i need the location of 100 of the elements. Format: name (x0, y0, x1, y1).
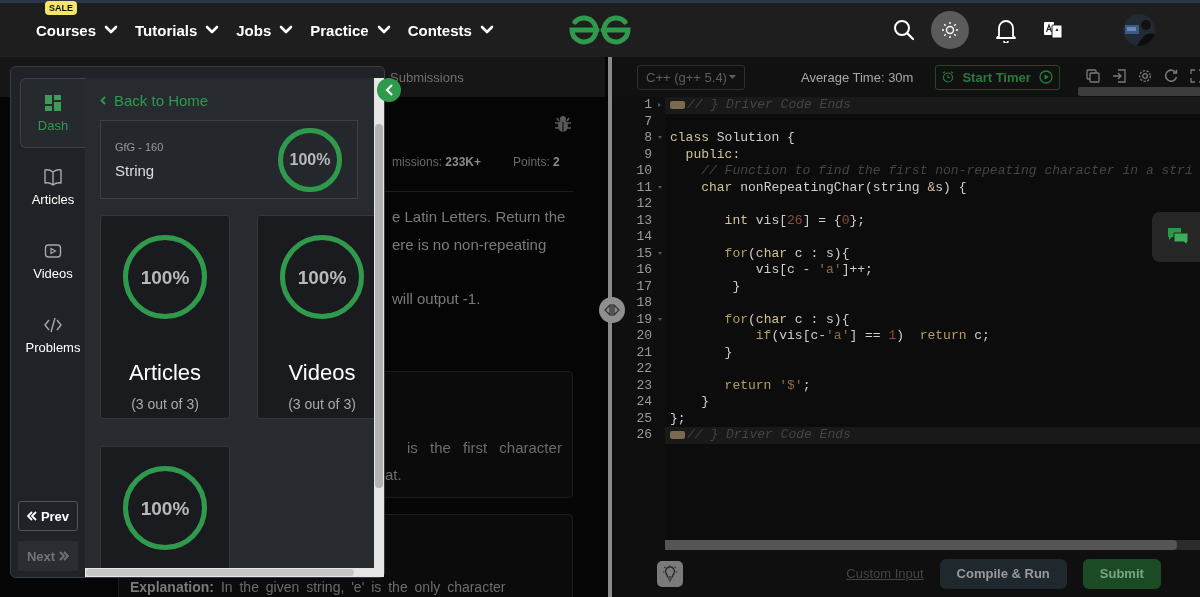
start-timer-button[interactable]: Start Timer (935, 64, 1060, 90)
sidebar-item[interactable]: Articles (20, 152, 85, 222)
card-title: Videos (288, 360, 356, 386)
percent-label: 100% (139, 498, 191, 518)
sidebar-item[interactable]: Problems (20, 300, 85, 370)
copy-icon[interactable] (1085, 69, 1100, 83)
sign-in-icon[interactable] (1111, 69, 1126, 83)
chevron-down-icon (104, 25, 119, 35)
progress-ring (277, 126, 343, 193)
code-line: public: (684, 146, 741, 163)
double-chevron-left-icon (26, 511, 37, 521)
line-number: 16 (636, 262, 652, 279)
code-line: for(char c : s){ (723, 245, 850, 262)
nav-menu[interactable]: Jobs (236, 21, 272, 39)
hint-button[interactable] (657, 560, 683, 587)
card-subtitle: GfG - 160 (115, 140, 164, 153)
line-number: 1 (644, 97, 652, 114)
fullscreen-icon[interactable] (1189, 69, 1200, 83)
line-number: 18 (636, 295, 652, 312)
fold-caret-down-icon[interactable] (658, 136, 662, 140)
code-line: vis[c - 'a']++; (754, 262, 873, 279)
card-count: (3 out of 3) (131, 396, 199, 412)
line-number: 14 (636, 229, 652, 246)
line-number: 15 (636, 245, 652, 262)
video-icon (44, 241, 62, 260)
line-number: 13 (636, 212, 652, 229)
line-number: 11 (636, 179, 652, 196)
alarm-clock-icon (942, 71, 955, 83)
split-arrows-icon (604, 304, 620, 316)
percent-label: 100% (296, 267, 348, 287)
fold-marker[interactable] (670, 101, 685, 110)
nav-menu[interactable]: Practice (310, 21, 369, 39)
play-icon (1038, 70, 1053, 84)
card-count: (3 out of 3) (288, 396, 356, 412)
nav-menu[interactable]: Courses (36, 21, 97, 39)
chevron-left-icon (100, 96, 106, 105)
stat-text: Points: 2 (513, 155, 560, 169)
tab[interactable]: Submissions (390, 69, 464, 85)
translate-icon[interactable] (1043, 20, 1063, 40)
lightbulb-icon (661, 564, 679, 583)
search-icon[interactable] (893, 19, 915, 41)
average-time: Average Time: 30m (800, 69, 914, 85)
nav-menu[interactable]: Tutorials (135, 21, 198, 39)
code-line: class Solution { (670, 130, 795, 147)
chevron-down-icon (205, 25, 220, 35)
chevron-down-icon (479, 25, 494, 35)
submit-button[interactable]: Submit (1082, 558, 1161, 589)
percent-label: 100% (288, 151, 332, 168)
bell-icon[interactable] (995, 17, 1017, 43)
percent-label: 100% (139, 267, 191, 287)
line-number: 19 (636, 311, 652, 328)
sun-icon (941, 21, 959, 39)
code-line: // Function to find the first non-repeating character in a stri (700, 163, 1193, 180)
description-text: e Latin Letters. Return the (392, 207, 567, 227)
sidebar-item[interactable]: Videos (20, 226, 85, 296)
code-line: } (731, 278, 741, 295)
code-line: int vis[26] = {0}; (723, 212, 866, 229)
code-line: } (700, 394, 709, 411)
dashboard-icon (44, 93, 62, 112)
chat-button[interactable] (1151, 212, 1200, 262)
line-number: 24 (636, 394, 652, 411)
line-number: 8 (644, 130, 652, 147)
line-number: 22 (636, 361, 652, 378)
fold-marker[interactable] (670, 431, 685, 440)
book-icon (44, 167, 62, 186)
fold-caret-right-icon[interactable] (658, 103, 662, 107)
chevron-down-icon (376, 25, 391, 35)
logo-icon[interactable] (568, 15, 632, 45)
code-line: } (723, 344, 733, 361)
code-line: }; (670, 410, 686, 427)
sale-badge: SALE (45, 0, 77, 15)
chat-bubbles-icon (1166, 227, 1189, 247)
line-number: 23 (636, 377, 652, 394)
example-text: at. (385, 465, 403, 485)
bug-icon[interactable] (554, 115, 572, 133)
double-chevron-right-icon (59, 551, 70, 561)
example-text: is the first character (406, 438, 563, 458)
line-number: 26 (636, 427, 652, 444)
line-number: 12 (636, 196, 652, 213)
code-line: if(vis[c-'a'] == 1) return c; (754, 328, 990, 345)
refresh-icon[interactable] (1163, 69, 1178, 83)
nav-menu[interactable]: Contests (407, 21, 472, 39)
description-text: ere is no non-repeating (392, 235, 548, 255)
compile-run-button[interactable]: Compile & Run (939, 558, 1067, 589)
code-icon (44, 315, 62, 334)
chevron-left-icon (385, 84, 393, 96)
back-link[interactable]: Back to Home (100, 92, 209, 109)
settings-icon[interactable] (1137, 69, 1152, 83)
line-number: 17 (636, 278, 652, 295)
line-number: 21 (636, 344, 652, 361)
sidebar-item[interactable]: Dash (20, 78, 85, 148)
theme-toggle[interactable] (931, 11, 969, 49)
example-text: Explanation: In the given string, 'e' is the only character (130, 579, 507, 595)
line-number: 20 (636, 328, 652, 345)
avatar[interactable] (1123, 14, 1155, 46)
prev-button[interactable]: Prev (18, 501, 78, 531)
stat-text: missions: 233K+ (392, 155, 482, 169)
description-text: will output -1. (392, 289, 482, 309)
card-title: Articles (128, 360, 202, 386)
code-line: for(char c : s){ (723, 311, 850, 328)
